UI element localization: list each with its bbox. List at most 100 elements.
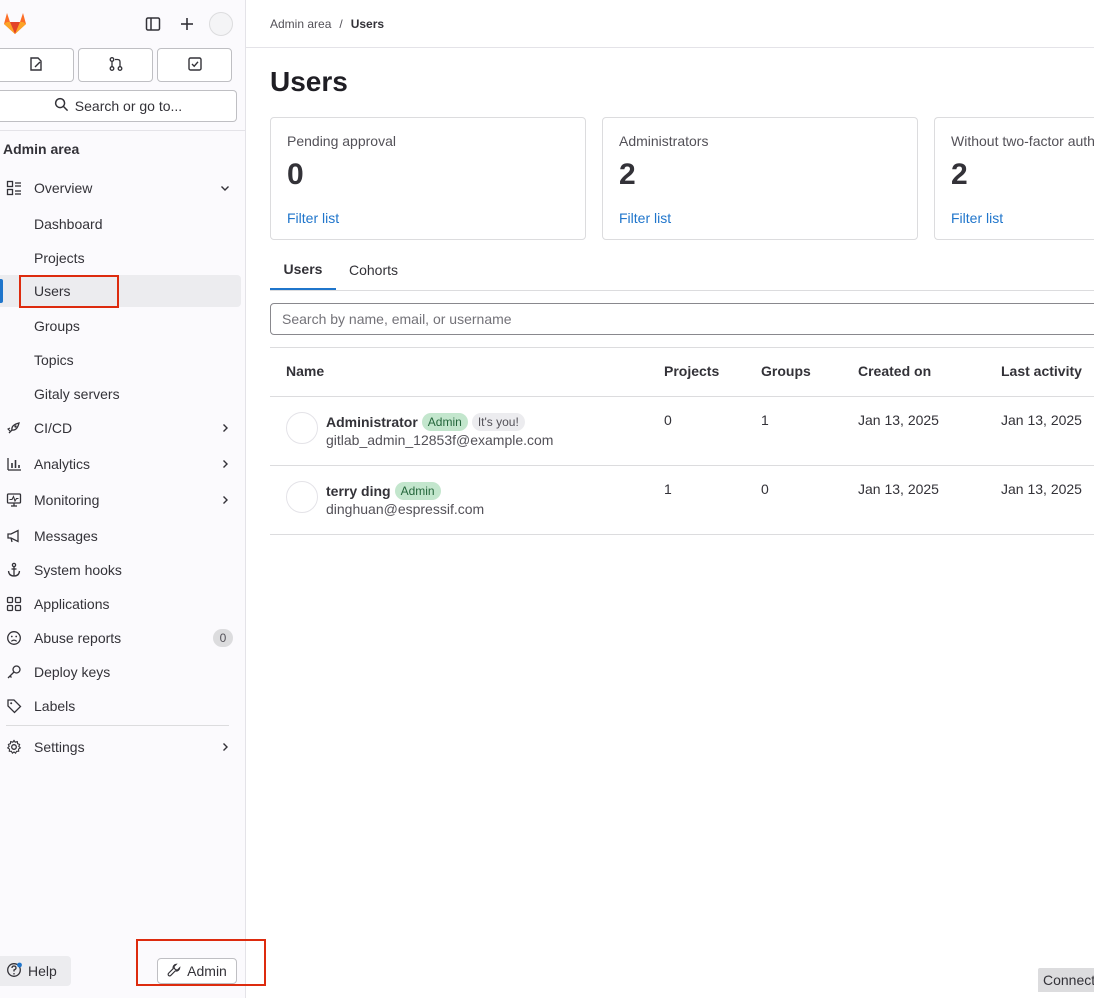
user-name-link[interactable]: Administrator xyxy=(326,414,418,430)
sidebar-divider xyxy=(0,130,245,131)
sidebar-item-label: Topics xyxy=(34,352,74,368)
search-icon xyxy=(54,97,69,115)
column-header-name: Name xyxy=(286,363,325,379)
breadcrumb-admin-area[interactable]: Admin area xyxy=(270,17,331,31)
stat-card-pending-approval: Pending approval 0 Filter list xyxy=(270,117,586,240)
sidebar-item-users[interactable]: Users xyxy=(0,275,241,307)
sidebar-item-projects[interactable]: Projects xyxy=(0,242,241,274)
avatar[interactable] xyxy=(286,481,318,513)
todos-button[interactable] xyxy=(157,48,232,82)
tab-cohorts[interactable]: Cohorts xyxy=(349,250,398,290)
sidebar-item-label: Analytics xyxy=(34,456,91,472)
its-you-badge: It's you! xyxy=(471,413,525,431)
anchor-icon xyxy=(6,562,22,578)
sidebar-item-monitoring[interactable]: Monitoring xyxy=(0,484,241,516)
sidebar-item-gitaly-servers[interactable]: Gitaly servers xyxy=(0,378,241,410)
sidebar-item-label: Abuse reports xyxy=(34,630,122,646)
sidebar: Search or go to... Admin area Overview D… xyxy=(0,0,246,998)
admin-button[interactable]: Admin xyxy=(157,958,237,984)
stat-label: Administrators xyxy=(619,133,709,149)
sidebar-item-dashboard[interactable]: Dashboard xyxy=(0,208,241,240)
help-icon xyxy=(6,962,22,981)
sidebar-item-deploy-keys[interactable]: Deploy keys xyxy=(0,656,241,688)
sidebar-item-overview[interactable]: Overview xyxy=(0,172,241,204)
merge-requests-button[interactable] xyxy=(78,48,153,82)
sidebar-item-topics[interactable]: Topics xyxy=(0,344,241,376)
avatar[interactable] xyxy=(286,412,318,444)
user-email: gitlab_admin_12853f@example.com xyxy=(326,432,554,448)
header-divider xyxy=(246,47,1094,48)
user-name-cell: Administrator Admin It's you! xyxy=(326,413,525,431)
column-header-groups: Groups xyxy=(761,363,811,379)
todo-icon xyxy=(187,56,203,75)
issues-icon xyxy=(28,56,44,75)
sidebar-item-label: Projects xyxy=(34,250,85,266)
stat-value: 2 xyxy=(619,158,636,191)
user-email: dinghuan@espressif.com xyxy=(326,501,485,517)
sidebar-item-label: Groups xyxy=(34,318,80,334)
last-activity: Jan 13, 2025 xyxy=(1001,481,1082,497)
last-activity: Jan 13, 2025 xyxy=(1001,412,1082,428)
stat-value: 2 xyxy=(951,158,968,191)
filter-list-link[interactable]: Filter list xyxy=(287,210,339,226)
sidebar-item-label: Settings xyxy=(34,739,85,755)
sidebar-item-settings[interactable]: Settings xyxy=(0,731,241,763)
sidebar-topbar xyxy=(0,0,246,48)
table-top-border xyxy=(270,347,1094,348)
chevron-right-icon xyxy=(218,493,232,507)
issues-button[interactable] xyxy=(0,48,74,82)
stat-card-without-2fa: Without two-factor authentication 2 Filt… xyxy=(934,117,1094,240)
monitor-icon xyxy=(6,492,22,508)
chevron-right-icon xyxy=(218,421,232,435)
sidebar-item-applications[interactable]: Applications xyxy=(0,588,241,620)
label-tag-icon xyxy=(6,698,22,714)
sidebar-item-label: CI/CD xyxy=(34,420,73,436)
sidebar-item-analytics[interactable]: Analytics xyxy=(0,448,241,480)
admin-badge: Admin xyxy=(394,482,441,500)
apps-grid-icon xyxy=(6,596,22,612)
tab-users[interactable]: Users xyxy=(270,250,336,290)
quick-actions xyxy=(0,48,232,82)
sidebar-item-label: Overview xyxy=(34,180,93,196)
sidebar-item-label: Monitoring xyxy=(34,492,100,508)
key-icon xyxy=(6,664,22,680)
tabs: Users Cohorts xyxy=(270,250,1094,291)
sidebar-item-cicd[interactable]: CI/CD xyxy=(0,412,241,444)
plus-icon[interactable] xyxy=(173,10,201,38)
sidebar-item-system-hooks[interactable]: System hooks xyxy=(0,554,241,586)
table-row-divider xyxy=(270,465,1094,466)
sidebar-item-label: Gitaly servers xyxy=(34,386,120,402)
column-header-projects: Projects xyxy=(664,363,720,379)
user-name-link[interactable]: terry ding xyxy=(326,483,391,499)
user-avatar[interactable] xyxy=(209,12,233,36)
gitlab-logo-icon[interactable] xyxy=(2,10,30,38)
sidebar-item-abuse-reports[interactable]: Abuse reports 0 xyxy=(0,622,241,654)
page-title: Users xyxy=(270,66,348,97)
overview-icon xyxy=(6,180,22,196)
rocket-icon xyxy=(6,420,22,436)
sidebar-item-label: Messages xyxy=(34,528,98,544)
created-on: Jan 13, 2025 xyxy=(858,412,939,428)
help-label: Help xyxy=(28,963,57,979)
column-header-created-on: Created on xyxy=(858,363,932,379)
user-search-input[interactable]: Search by name, email, or username xyxy=(270,303,1094,335)
user-name-cell: terry ding Admin xyxy=(326,482,441,500)
sidebar-section-title: Admin area xyxy=(3,141,80,157)
admin-badge: Admin xyxy=(421,413,468,431)
table-row-divider xyxy=(270,396,1094,397)
help-button[interactable]: Help xyxy=(0,956,71,986)
chevron-down-icon xyxy=(218,181,232,195)
sidebar-toggle-icon[interactable] xyxy=(139,10,167,38)
breadcrumb-users[interactable]: Users xyxy=(351,17,384,31)
search-or-go-to-label: Search or go to... xyxy=(74,98,183,114)
sidebar-item-labels[interactable]: Labels xyxy=(0,690,241,722)
sidebar-item-groups[interactable]: Groups xyxy=(0,310,241,342)
filter-list-link[interactable]: Filter list xyxy=(951,210,1003,226)
search-or-go-to-button[interactable]: Search or go to... xyxy=(0,90,237,122)
filter-list-link[interactable]: Filter list xyxy=(619,210,671,226)
groups-count: 1 xyxy=(761,412,769,428)
table-row-divider xyxy=(270,534,1094,535)
created-on: Jan 13, 2025 xyxy=(858,481,939,497)
sidebar-item-messages[interactable]: Messages xyxy=(0,520,241,552)
chevron-right-icon xyxy=(218,457,232,471)
